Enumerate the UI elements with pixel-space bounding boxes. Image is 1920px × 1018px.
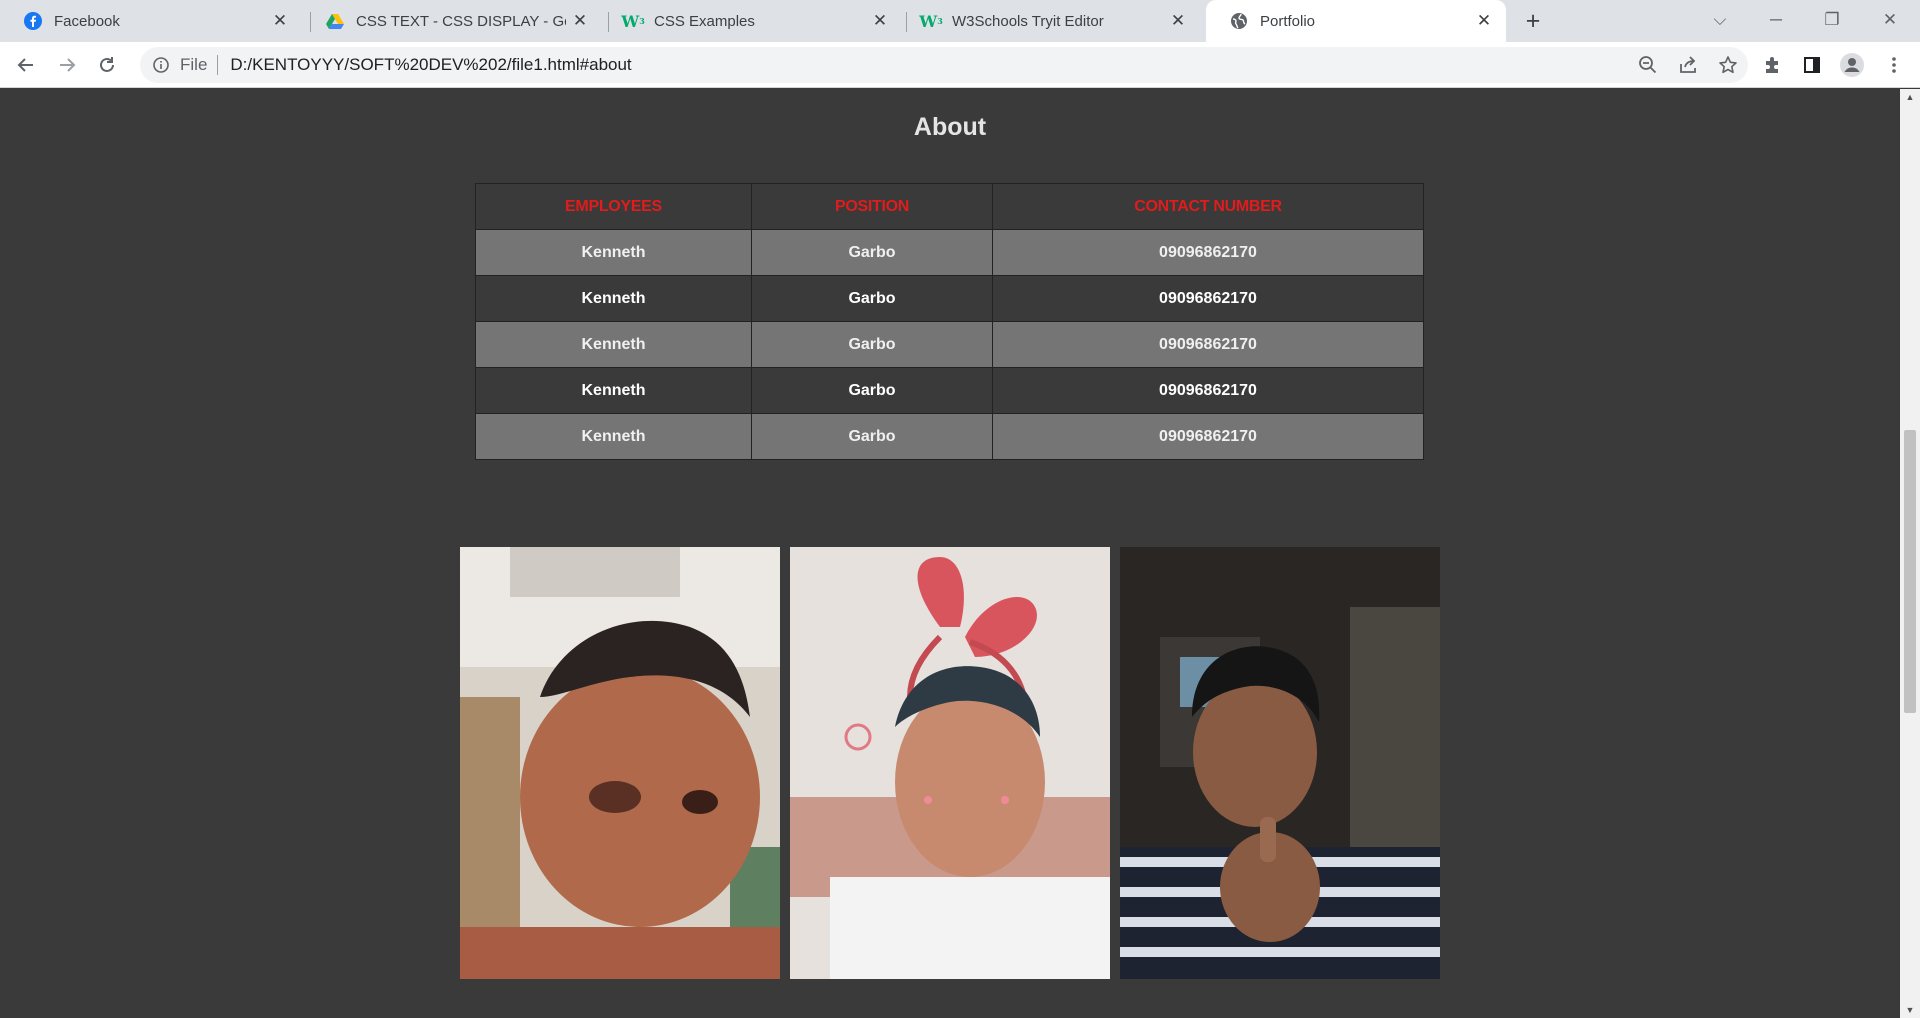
table-cell: 09096862170 [992,413,1424,460]
table-cell: 09096862170 [992,275,1424,322]
selfie-photo-3 [1120,547,1440,979]
zoom-out-icon[interactable] [1628,47,1668,83]
arrow-left-icon [17,58,33,72]
chevron-down-icon[interactable]: ⌵ [1692,0,1748,42]
table-cell: Garbo [751,321,993,368]
table-cell: Garbo [751,275,993,322]
address-bar[interactable]: File D:/KENTOYYY/SOFT%20DEV%202/file1.ht… [140,47,1748,83]
close-icon[interactable]: ✕ [566,11,594,31]
tab-title: W3Schools Tryit Editor [952,12,1104,30]
google-drive-icon [326,12,344,30]
url-text[interactable]: D:/KENTOYYY/SOFT%20DEV%202/file1.html#ab… [230,55,631,75]
scroll-down-icon[interactable]: ▼ [1900,1002,1920,1018]
tab-title: Portfolio [1260,12,1316,30]
scheme-label: File [180,55,208,74]
selfie-photo-1 [460,547,780,979]
browser-toolbar: File D:/KENTOYYY/SOFT%20DEV%202/file1.ht… [0,42,1920,88]
table-row: Kenneth Garbo 09096862170 [475,275,1424,322]
table-cell: Kenneth [475,367,752,414]
divider [217,55,219,75]
employees-table: EMPLOYEES POSITION CONTACT NUMBER Kennet… [475,183,1424,460]
reload-button[interactable] [91,49,123,81]
close-icon[interactable]: ✕ [1470,11,1498,31]
table-cell: 09096862170 [992,321,1424,368]
close-icon[interactable]: ✕ [1164,11,1192,31]
window-close-button[interactable]: ✕ [1862,0,1918,42]
arrow-right-icon [60,58,76,72]
table-cell: Garbo [751,229,993,276]
table-row: Kenneth Garbo 09096862170 [475,229,1424,276]
scroll-up-icon[interactable]: ▲ [1900,89,1920,105]
column-header: POSITION [751,183,993,230]
table-row: Kenneth Garbo 09096862170 [475,367,1424,414]
new-tab-button[interactable]: + [1518,6,1548,36]
more-menu-icon[interactable] [1878,49,1910,81]
page-scrollbar[interactable]: ▲ ▼ [1900,89,1920,1018]
tab-title: Facebook [54,12,120,30]
back-button[interactable] [10,49,42,81]
info-icon[interactable] [150,57,172,73]
selfie-photo-2 [790,547,1110,979]
minimize-button[interactable]: ─ [1748,0,1804,42]
table-cell: Kenneth [475,275,752,322]
column-header: CONTACT NUMBER [992,183,1424,230]
tab-title: CSS TEXT - CSS DISPLAY - Google [356,12,566,30]
table-cell: 09096862170 [992,229,1424,276]
w3schools-icon: W3 [621,11,645,31]
tab-css-text[interactable]: CSS TEXT - CSS DISPLAY - Google ✕ [302,0,602,42]
tab-portfolio[interactable]: Portfolio ✕ [1206,0,1506,42]
tab-strip: Facebook ✕ CSS TEXT - CSS DISPLAY - Goog… [0,0,1920,42]
table-cell: Kenneth [475,229,752,276]
table-cell: 09096862170 [992,367,1424,414]
table-cell: Garbo [751,413,993,460]
tab-facebook[interactable]: Facebook ✕ [0,0,302,42]
page-viewport: About EMPLOYEES POSITION CONTACT NUMBER … [0,89,1900,1018]
table-header-row: EMPLOYEES POSITION CONTACT NUMBER [475,183,1424,230]
tab-title: CSS Examples [654,12,755,30]
table-cell: Garbo [751,367,993,414]
extensions-icon[interactable] [1756,49,1788,81]
side-panel-icon[interactable] [1796,49,1828,81]
scrollbar-thumb[interactable] [1904,430,1916,713]
table-cell: Kenneth [475,321,752,368]
tab-tryit-editor[interactable]: W3 W3Schools Tryit Editor ✕ [898,0,1200,42]
facebook-icon [24,12,42,30]
w3schools-icon: W3 [919,11,943,31]
table-row: Kenneth Garbo 09096862170 [475,413,1424,460]
share-icon[interactable] [1668,47,1708,83]
column-header: EMPLOYEES [475,183,752,230]
reload-icon [100,57,114,72]
star-icon[interactable] [1708,47,1748,83]
profile-avatar[interactable] [1836,49,1868,81]
globe-icon [1230,12,1248,30]
table-row: Kenneth Garbo 09096862170 [475,321,1424,368]
close-icon[interactable]: ✕ [266,11,294,31]
table-cell: Kenneth [475,413,752,460]
forward-button[interactable] [51,49,83,81]
restore-button[interactable]: ❐ [1804,0,1860,42]
close-icon[interactable]: ✕ [866,11,894,31]
tab-css-examples[interactable]: W3 CSS Examples ✕ [600,0,902,42]
section-title: About [913,113,987,141]
